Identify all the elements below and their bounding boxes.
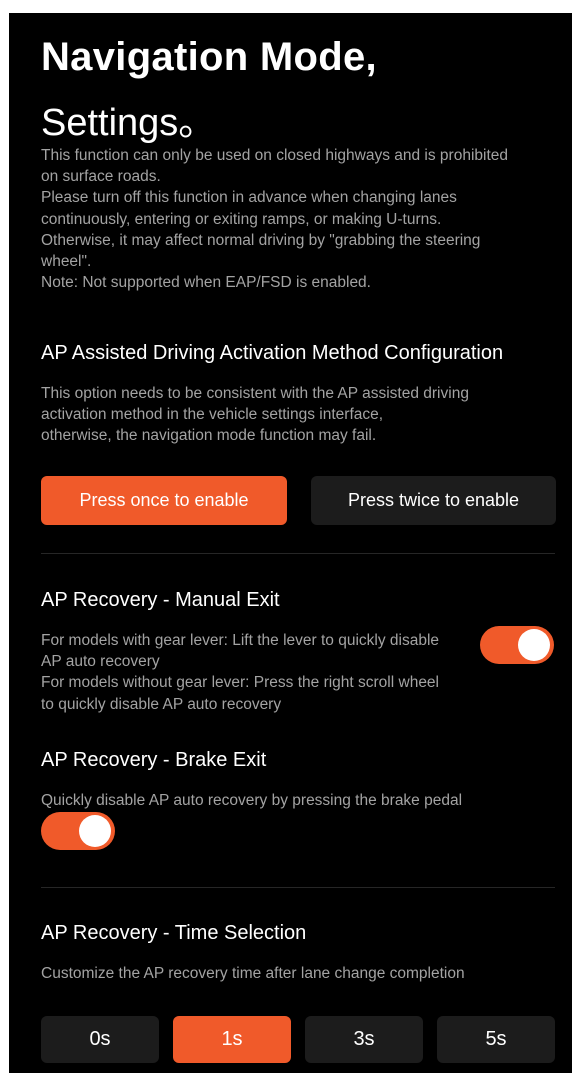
press-twice-label: Press twice to enable [347,490,520,510]
description-line: Quickly disable AP auto recovery by pres… [41,792,463,809]
notice-line: wheel". [41,253,92,271]
description-line: AP auto recovery [41,653,160,671]
description-line: otherwise, the navigation mode function … [41,427,377,445]
brake-exit-title: AP Recovery - Brake Exit [41,749,267,771]
manual-exit-toggle[interactable] [480,626,554,664]
time-option-label: 5s [485,1028,507,1050]
time-option-label: 3s [353,1028,375,1050]
section-divider [41,553,555,554]
press-twice-button[interactable]: Press twice to enable [311,476,556,525]
time-option-5s[interactable]: 5s [437,1016,555,1063]
notice-line: This function can only be used on closed… [41,147,509,164]
notice-line: Note: Not supported when EAP/FSD is enab… [41,274,371,292]
description-line: to quickly disable AP auto recovery [41,695,282,713]
safety-notice: This function can only be used on closed… [41,145,561,293]
toggle-knob [518,629,550,661]
time-selection-description: Customize the AP recovery time after lan… [41,963,465,984]
time-option-3s[interactable]: 3s [305,1016,423,1063]
toggle-knob [79,815,111,847]
brake-exit-description: Quickly disable AP auto recovery by pres… [41,790,462,811]
description-line: For models without gear lever: Press the… [41,674,439,692]
manual-exit-description: For models with gear lever: Lift the lev… [41,630,439,715]
page-title: Navigation Mode, [41,35,377,79]
press-once-button[interactable]: Press once to enable [41,476,287,525]
settings-screen: Navigation Mode, Settings。 This function… [9,13,572,1073]
time-option-label: 1s [221,1028,243,1050]
notice-line: Please turn off this function in advance… [41,189,457,207]
description-line: This option needs to be consistent with … [41,385,469,402]
page-subtitle: Settings。 [41,102,217,144]
notice-line: continuously, entering or exiting ramps,… [41,210,442,228]
section-divider [41,887,555,888]
time-selection-title: AP Recovery - Time Selection [41,922,307,944]
activation-description: This option needs to be consistent with … [41,383,469,447]
notice-line: on surface roads. [41,168,161,186]
description-line: activation method in the vehicle setting… [41,406,384,424]
press-once-label: Press once to enable [79,490,249,510]
brake-exit-toggle[interactable] [41,812,115,850]
time-option-label: 0s [89,1028,111,1050]
manual-exit-title: AP Recovery - Manual Exit [41,589,280,611]
description-line: Customize the AP recovery time after lan… [41,965,465,982]
description-line: For models with gear lever: Lift the lev… [41,632,440,649]
notice-line: Otherwise, it may affect normal driving … [41,231,481,249]
time-option-1s[interactable]: 1s [173,1016,291,1063]
activation-section-title: AP Assisted Driving Activation Method Co… [41,342,504,364]
time-option-0s[interactable]: 0s [41,1016,159,1063]
